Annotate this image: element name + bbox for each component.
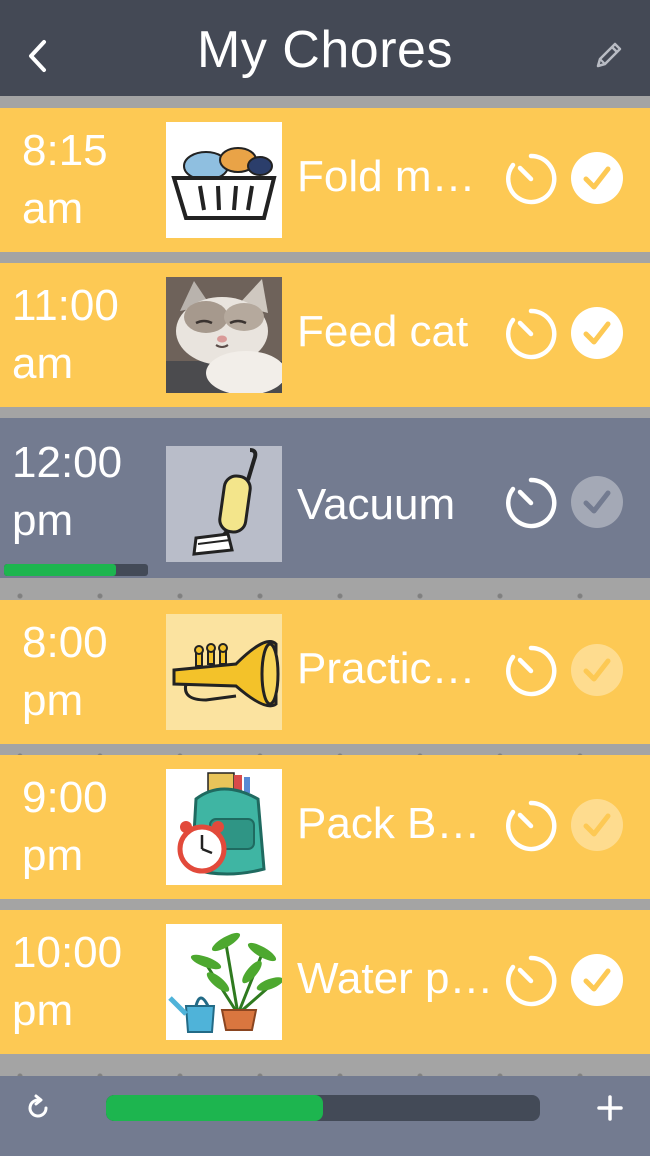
chore-row[interactable]: 9:00 pm Pack Backpack (0, 755, 650, 899)
chore-image-vacuum (166, 446, 282, 562)
chevron-left-icon (29, 40, 46, 72)
timer-button[interactable] (504, 799, 558, 853)
timer-button[interactable] (504, 644, 558, 698)
chore-time-hour: 8:15 (22, 126, 108, 175)
timer-button[interactable] (504, 152, 558, 206)
chore-progress-fill (4, 564, 117, 576)
timer-button[interactable] (504, 307, 558, 361)
chore-time-ampm: pm (22, 676, 84, 725)
chore-row[interactable]: 8:15 am Fold my clothes (0, 108, 650, 252)
chore-row-active[interactable]: 12:00 pm Vacuum (0, 418, 650, 578)
page-title: My Chores (197, 21, 453, 79)
chore-row[interactable]: 10:00 pm Water pla (0, 910, 650, 1054)
timer-icon (506, 153, 557, 205)
pencil-icon (596, 42, 622, 68)
back-button[interactable] (22, 36, 52, 76)
timer-button[interactable] (504, 954, 558, 1008)
checkmark-icon (583, 321, 611, 345)
timer-icon (506, 800, 557, 852)
chore-label: Water plants (297, 954, 497, 1003)
chore-label: Pack Backpack (297, 799, 497, 848)
edit-button[interactable] (592, 38, 626, 72)
checkmark-icon (583, 166, 611, 190)
chore-label: Vacuum (297, 480, 456, 529)
chore-label: Practice trumpet (297, 644, 497, 693)
done-check-button[interactable] (571, 307, 623, 359)
chore-time: 10:00 pm (8, 924, 158, 1040)
header-bar: My Chores (0, 0, 650, 96)
checkmark-icon (583, 658, 611, 682)
timer-button[interactable] (504, 476, 558, 530)
chore-time-hour: 12:00 (12, 438, 123, 487)
chore-time: 8:00 pm (8, 614, 158, 730)
chore-image-trumpet (166, 614, 282, 730)
chore-time: 11:00 am (8, 277, 158, 393)
add-chore-button[interactable] (596, 1094, 624, 1122)
checkmark-icon (583, 490, 611, 514)
timer-icon (506, 955, 557, 1007)
chore-row[interactable]: 11:00 am Feed cat (0, 263, 650, 407)
chore-progress-bar (4, 564, 148, 576)
done-check-button[interactable] (571, 799, 623, 851)
chore-time-hour: 8:00 (22, 618, 108, 667)
checkmark-icon (583, 968, 611, 992)
chore-time-ampm: am (12, 339, 74, 388)
chore-image-backpack (166, 769, 282, 885)
done-check-button[interactable] (571, 954, 623, 1006)
chore-label: Feed cat (297, 307, 469, 356)
footer-bar (0, 1076, 650, 1156)
chore-image-cat-photo (166, 277, 282, 393)
chore-list: 8:15 am Fold my clothes (0, 96, 650, 1076)
chore-time: 8:15 am (8, 122, 158, 238)
plus-icon (597, 1095, 623, 1121)
chore-time-hour: 9:00 (22, 773, 108, 822)
chore-time-ampm: pm (22, 831, 84, 880)
done-check-button[interactable] (571, 152, 623, 204)
overall-progress-bar (106, 1095, 540, 1121)
chore-time-hour: 10:00 (12, 928, 123, 977)
done-check-button[interactable] (571, 644, 623, 696)
refresh-icon (28, 1094, 48, 1118)
chore-image-laundry-basket (166, 122, 282, 238)
done-check-button[interactable] (571, 476, 623, 528)
chore-time-ampm: am (22, 184, 84, 233)
chore-image-plant (166, 924, 282, 1040)
timer-icon (506, 645, 557, 697)
chore-time-ampm: pm (12, 986, 74, 1035)
chore-time-ampm: pm (12, 496, 74, 545)
chore-time: 12:00 pm (8, 434, 158, 550)
overall-progress-fill (106, 1095, 323, 1121)
chore-row[interactable]: 8:00 pm Practice trumpet (0, 600, 650, 744)
chore-time-hour: 11:00 (12, 281, 119, 330)
timer-icon (506, 477, 557, 529)
refresh-button[interactable] (24, 1094, 52, 1122)
chore-time: 9:00 pm (8, 769, 158, 885)
timer-icon (506, 308, 557, 360)
chore-label: Fold my clothes (297, 152, 497, 201)
checkmark-icon (583, 813, 611, 837)
